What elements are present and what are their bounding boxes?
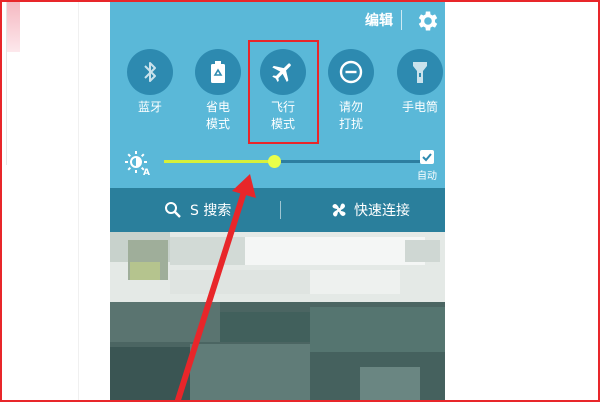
annotation-arrow	[175, 174, 256, 402]
